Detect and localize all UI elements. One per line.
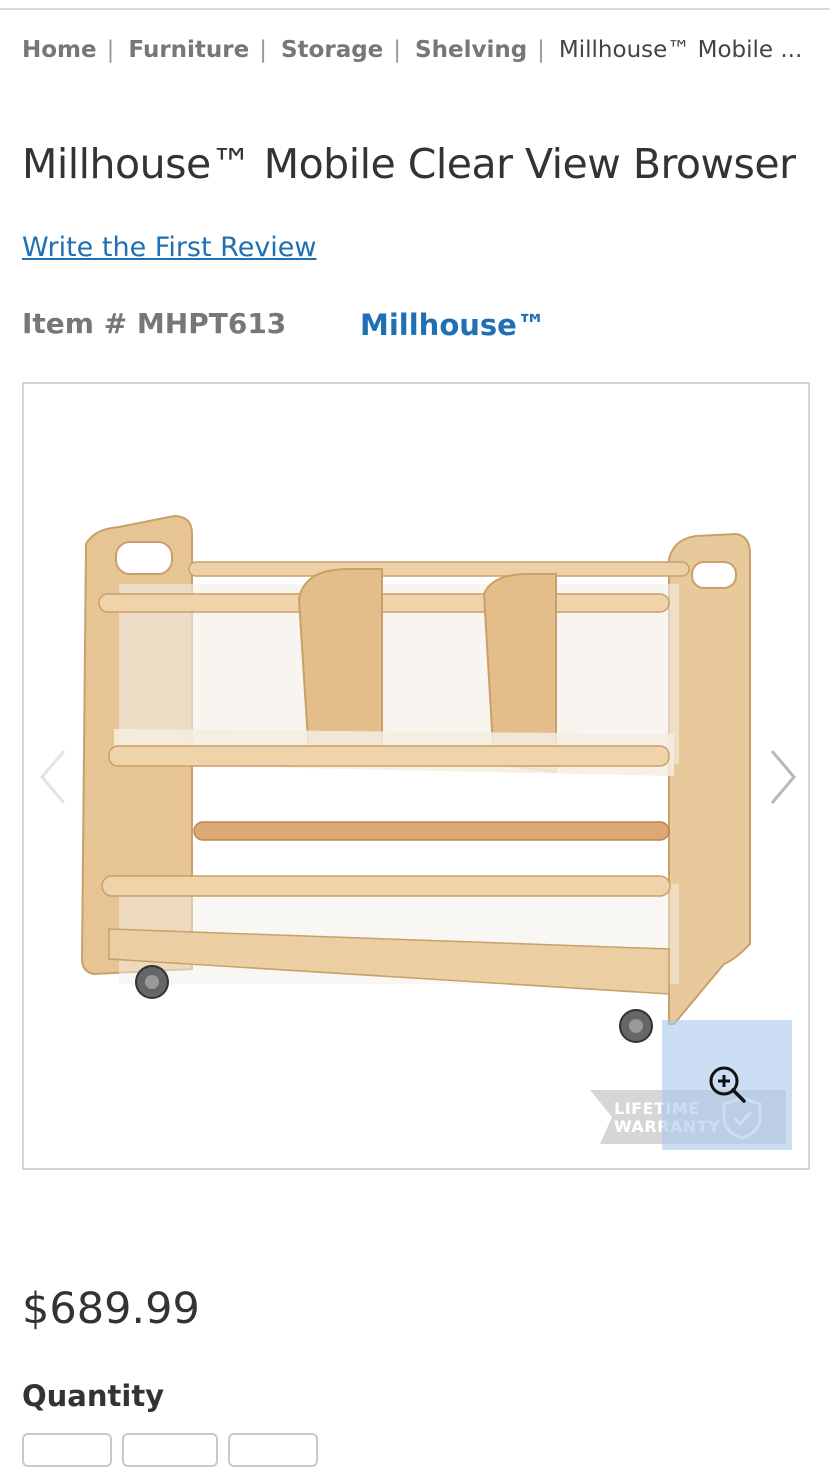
breadcrumb-furniture[interactable]: Furniture [128, 37, 249, 63]
breadcrumb: Home | Furniture | Storage | Shelving | … [22, 34, 810, 66]
breadcrumb-separator: | [393, 37, 402, 63]
breadcrumb-current: Millhouse™ Mobile ... [558, 37, 803, 63]
breadcrumb-storage[interactable]: Storage [281, 37, 383, 63]
breadcrumb-separator: | [106, 37, 115, 63]
product-price: $689.99 [22, 1284, 200, 1334]
gallery-prev-button[interactable] [28, 742, 78, 812]
breadcrumb-separator: | [259, 37, 267, 63]
gallery-next-button[interactable] [758, 742, 808, 812]
chevron-left-icon [40, 750, 66, 804]
write-review-link[interactable]: Write the First Review [22, 232, 317, 263]
breadcrumb-separator: | [537, 37, 545, 63]
quantity-input[interactable] [122, 1433, 218, 1467]
item-number: Item # MHPT613 [22, 307, 287, 340]
top-divider [0, 8, 830, 10]
chevron-right-icon [770, 750, 796, 804]
quantity-increment-button[interactable] [228, 1433, 318, 1467]
brand-link[interactable]: Millhouse™ [360, 308, 546, 342]
quantity-label: Quantity [22, 1379, 165, 1413]
zoom-in-icon [709, 1066, 746, 1103]
zoom-button[interactable] [662, 1020, 792, 1150]
product-title: Millhouse™ Mobile Clear View Browser [22, 140, 796, 188]
breadcrumb-home[interactable]: Home [22, 37, 97, 63]
product-image-gallery: LIFETIME WARRANTY [22, 382, 810, 1170]
quantity-decrement-button[interactable] [22, 1433, 112, 1467]
breadcrumb-shelving[interactable]: Shelving [415, 37, 527, 63]
